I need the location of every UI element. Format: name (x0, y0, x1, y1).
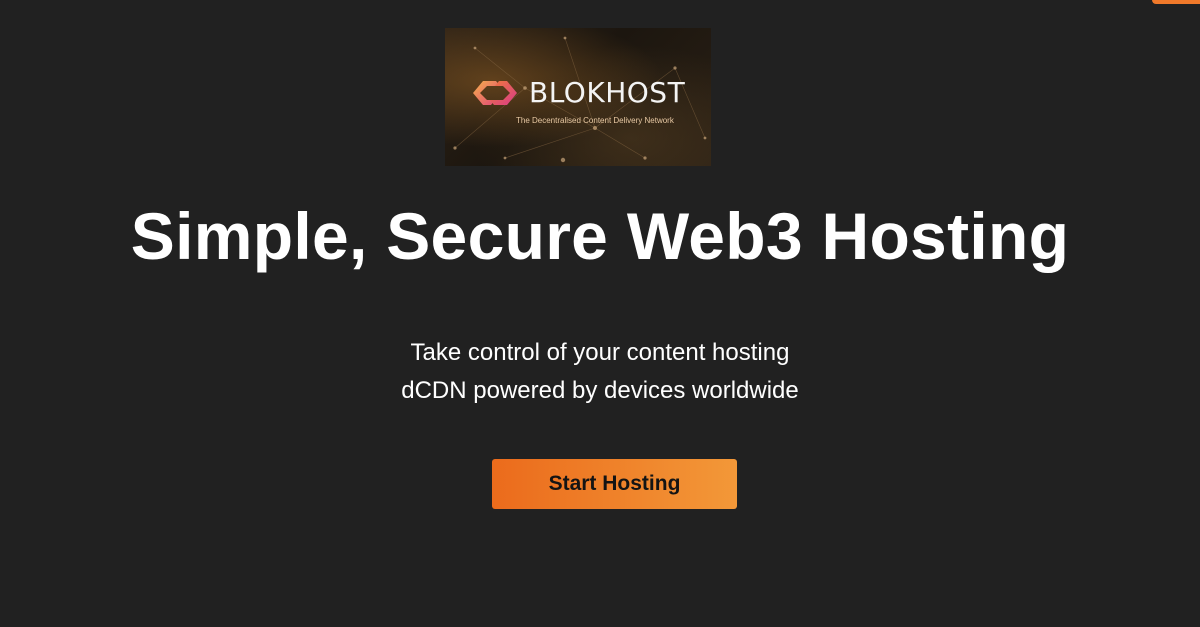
hero-subtext: Take control of your content hosting dCD… (0, 334, 1200, 410)
hero-subtext-line: dCDN powered by devices worldwide (401, 377, 799, 404)
brand-name: BLOKHOST (529, 76, 686, 109)
linked-chain-icon (473, 81, 517, 105)
corner-accent (1152, 0, 1200, 4)
hero-headline: Simple, Secure Web3 Hosting (130, 199, 1070, 273)
start-hosting-button[interactable]: Start Hosting (492, 459, 737, 509)
brand-tagline: The Decentralised Content Delivery Netwo… (516, 116, 674, 125)
blokhost-banner: BLOKHOST The Decentralised Content Deliv… (445, 28, 711, 166)
hero-subtext-line: Take control of your content hosting (410, 339, 790, 366)
brand-logo: BLOKHOST (469, 76, 685, 110)
